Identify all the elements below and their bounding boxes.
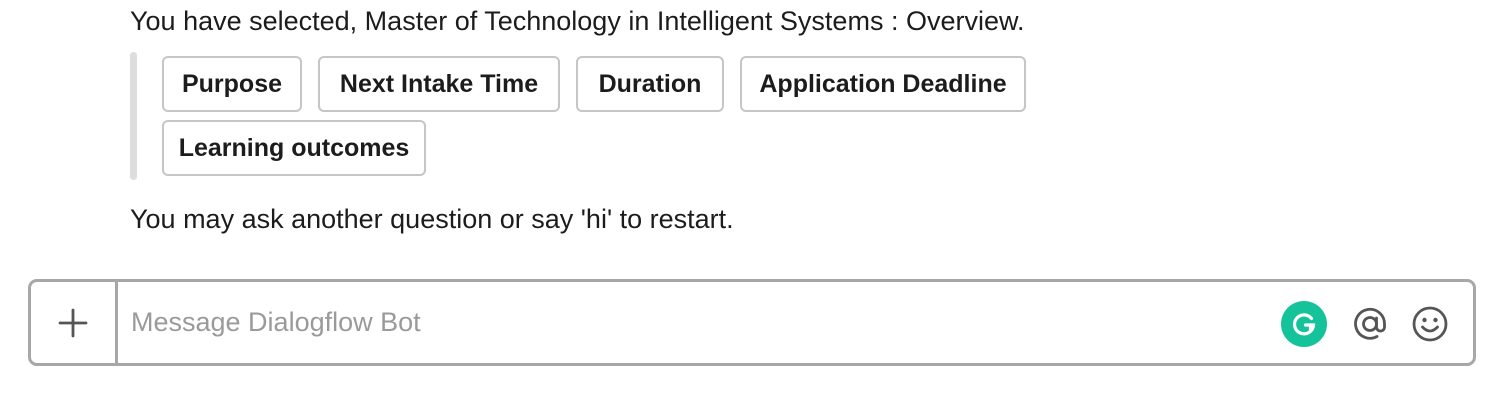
attach-button[interactable] [31, 282, 118, 363]
grammarly-button[interactable] [1281, 301, 1327, 347]
emoji-button[interactable] [1410, 304, 1450, 344]
grammarly-icon [1292, 313, 1316, 336]
duration-button[interactable]: Duration [576, 56, 724, 112]
mention-button[interactable] [1350, 304, 1390, 344]
purpose-button[interactable]: Purpose [162, 56, 302, 112]
smiley-icon [1412, 306, 1448, 342]
attachment-accent-bar [130, 52, 137, 180]
learning-outcomes-button[interactable]: Learning outcomes [162, 120, 426, 176]
plus-icon [58, 308, 88, 337]
quick-reply-attachment: Purpose Next Intake Time Duration Applic… [130, 52, 1130, 180]
quick-reply-row: Purpose Next Intake Time Duration Applic… [162, 56, 1026, 112]
chat-page: You have selected, Master of Technology … [0, 0, 1490, 402]
application-deadline-button[interactable]: Application Deadline [740, 56, 1026, 112]
at-sign-icon [1354, 307, 1386, 340]
quick-reply-row: Learning outcomes [162, 120, 426, 176]
next-intake-time-button[interactable]: Next Intake Time [318, 56, 560, 112]
bot-message-followup: You may ask another question or say 'hi'… [130, 204, 734, 234]
bot-message-selected: You have selected, Master of Technology … [130, 6, 1025, 36]
message-composer [28, 279, 1476, 366]
message-input[interactable] [131, 282, 1251, 363]
